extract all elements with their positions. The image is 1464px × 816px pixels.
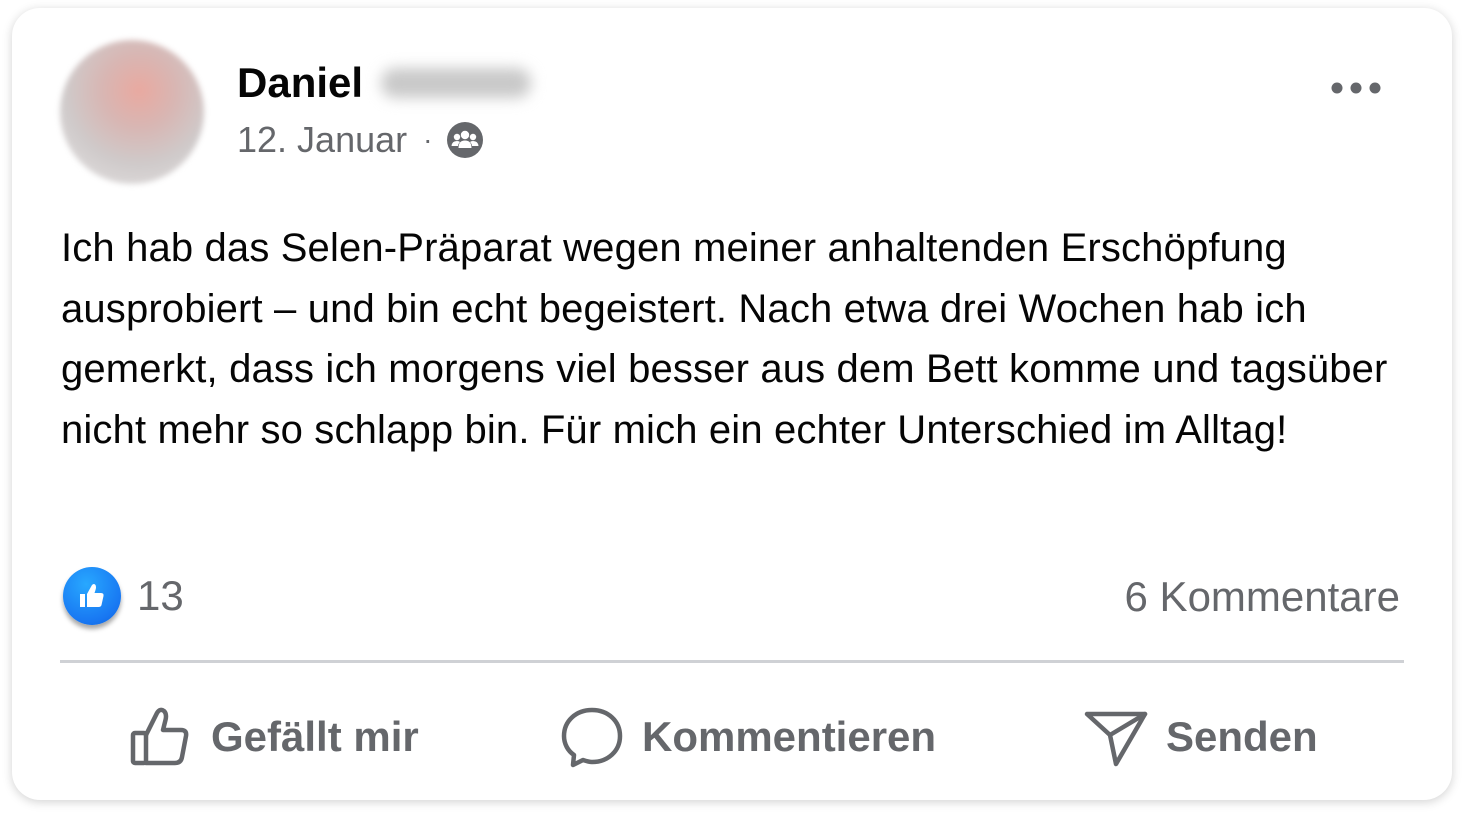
post-text: Ich hab das Selen-Präparat wegen meiner … — [61, 226, 1388, 452]
comments-count[interactable]: 6 Kommentare — [1125, 572, 1400, 622]
post-date[interactable]: 12. Januar — [237, 119, 407, 161]
post-card: Daniel 12. Januar · Ich hab das Selen-Pr… — [12, 8, 1452, 800]
divider — [60, 660, 1404, 663]
comment-bubble-icon — [561, 707, 623, 768]
reactions-summary[interactable]: 13 — [63, 566, 184, 626]
author-name[interactable]: Daniel — [237, 58, 532, 108]
like-reaction-badge — [63, 567, 121, 625]
more-horizontal-icon — [1331, 82, 1381, 94]
author-first-name[interactable]: Daniel — [237, 58, 363, 108]
group-icon[interactable] — [446, 121, 484, 159]
meta-separator: · — [423, 124, 433, 155]
send-button[interactable]: Senden — [1084, 702, 1318, 772]
thumbs-up-icon — [130, 707, 189, 766]
like-button[interactable]: Gefällt mir — [129, 702, 419, 772]
like-count: 13 — [137, 572, 184, 619]
send-button-label: Senden — [1166, 713, 1318, 760]
more-options-button[interactable] — [1328, 70, 1384, 106]
author-avatar[interactable] — [60, 40, 204, 184]
like-icon — [80, 584, 104, 607]
send-icon — [1084, 711, 1148, 767]
author-surname-blurred — [381, 68, 532, 98]
post-meta: 12. Januar · — [237, 118, 484, 162]
comment-button[interactable]: Kommentieren — [560, 702, 936, 772]
comment-button-label: Kommentieren — [642, 713, 937, 760]
like-button-label: Gefällt mir — [211, 713, 419, 760]
